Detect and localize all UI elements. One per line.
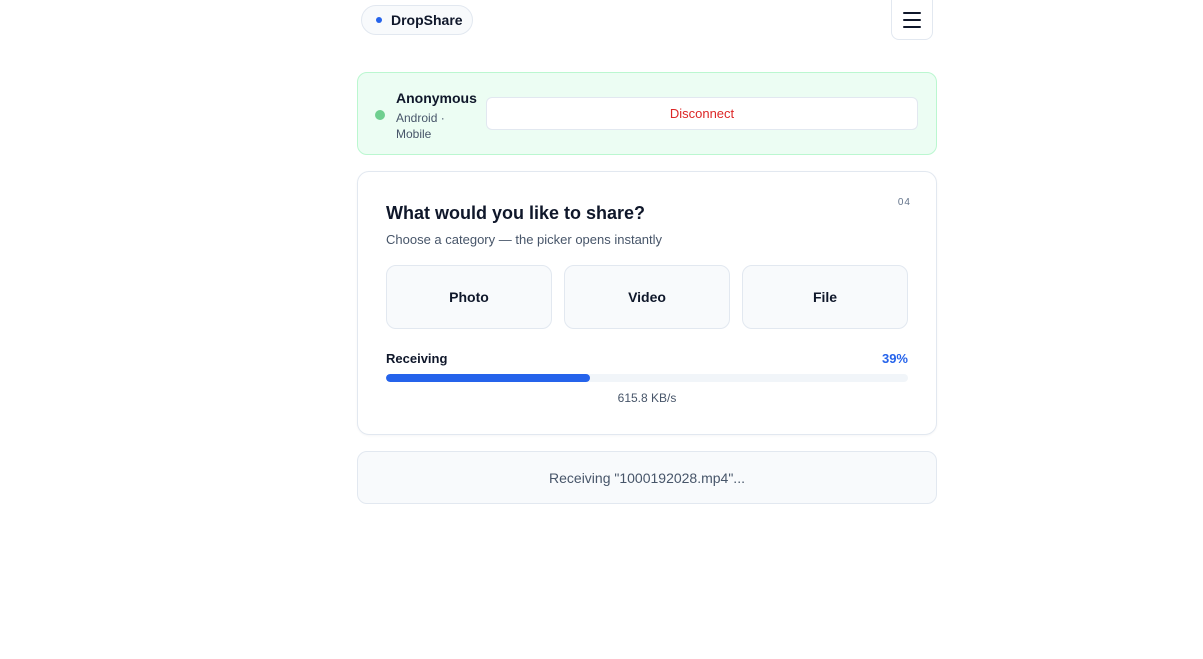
progress-label: Receiving: [386, 351, 448, 366]
step-number: 04: [897, 197, 911, 208]
progress-bar: [386, 374, 908, 382]
device-name: Anonymous: [396, 90, 477, 106]
brand-name: DropShare: [391, 12, 463, 28]
progress-percent: 39%: [881, 351, 908, 366]
dot-icon: [376, 17, 382, 23]
share-card: 04 What would you like to share? Choose …: [357, 171, 937, 435]
disconnect-button[interactable]: Disconnect: [486, 97, 918, 130]
category-picker: Photo Video File: [386, 265, 908, 329]
hamburger-menu-icon-bar: [903, 18, 921, 21]
brand-pill[interactable]: DropShare: [361, 5, 473, 35]
connection-status-icon: [375, 110, 385, 120]
page: DropShare Anonymous Android · Mobile Dis…: [0, 0, 1203, 659]
device-meta: Android · Mobile: [396, 111, 445, 141]
share-subtitle: Choose a category — the picker opens ins…: [386, 232, 663, 247]
hamburger-menu-icon: [903, 11, 921, 14]
category-file-button[interactable]: File: [742, 265, 908, 329]
share-title: What would you like to share?: [386, 203, 646, 223]
hamburger-menu-button[interactable]: [891, 0, 933, 40]
progress-bar-fill: [386, 374, 590, 382]
category-video-button[interactable]: Video: [564, 265, 730, 329]
transfer-status: Receiving "1000192028.mp4"...: [357, 451, 937, 504]
connected-device-card: Anonymous Android · Mobile Disconnect: [357, 72, 937, 155]
transfer-speed: 615.8 KB/s: [617, 391, 677, 405]
category-photo-button[interactable]: Photo: [386, 265, 552, 329]
hamburger-menu-icon-bar: [903, 25, 921, 28]
